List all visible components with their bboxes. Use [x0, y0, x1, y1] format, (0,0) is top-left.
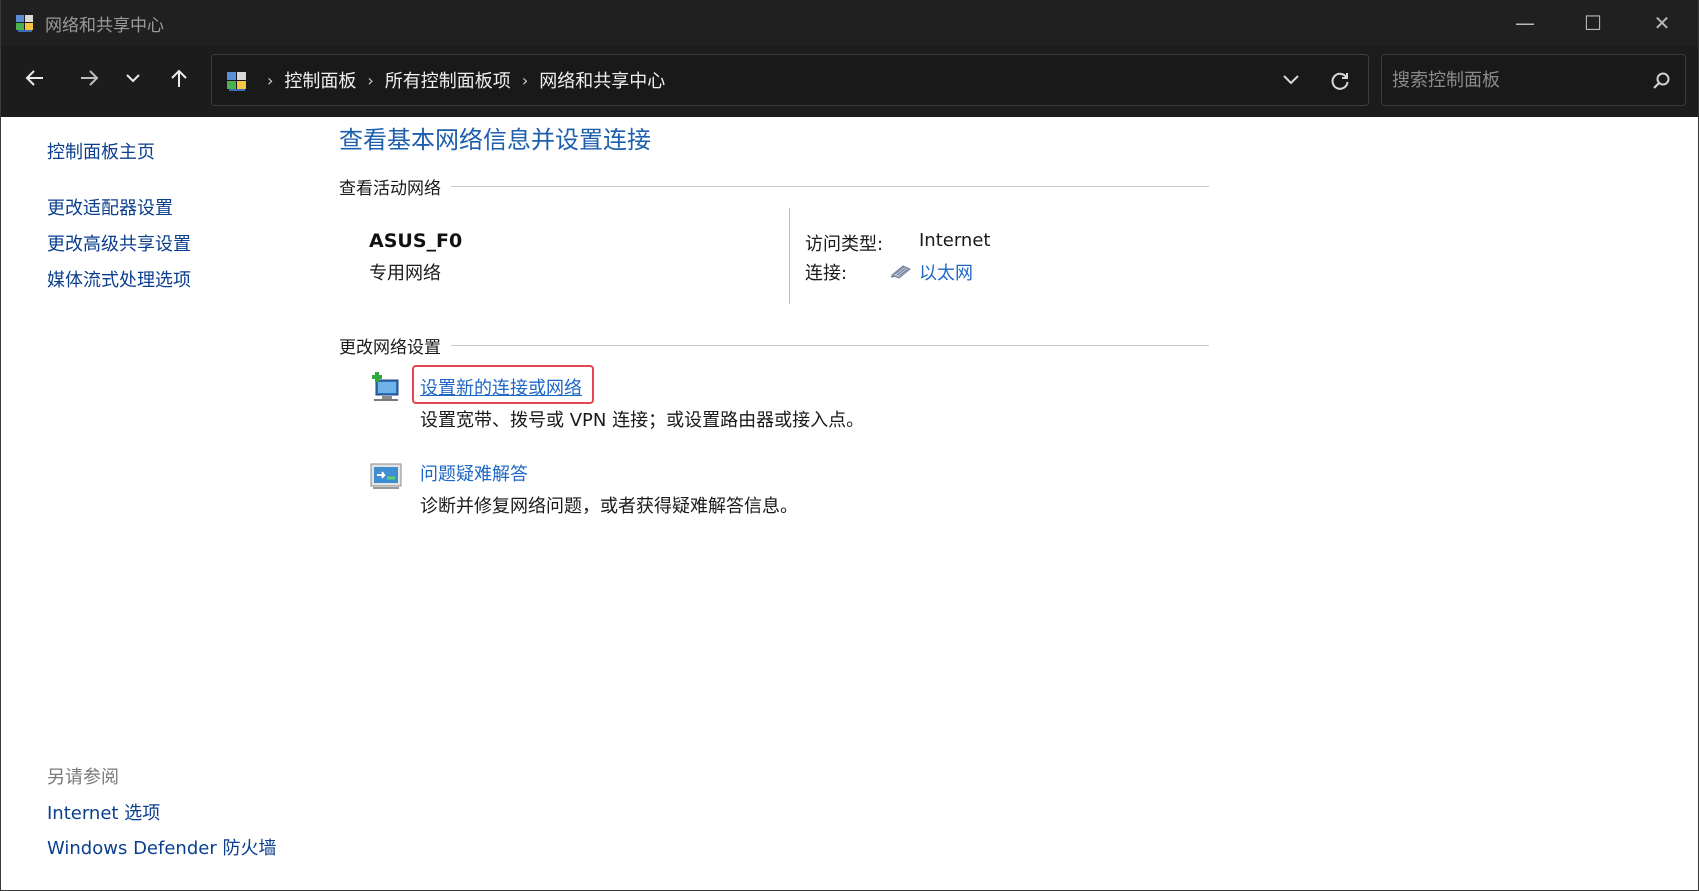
chevron-down-icon	[126, 74, 140, 83]
up-button[interactable]	[161, 60, 197, 96]
change-settings-heading: 更改网络设置	[339, 333, 1209, 358]
ethernet-icon	[890, 265, 911, 279]
recent-locations-button[interactable]	[115, 60, 151, 96]
sidebar-item-change-adapter-settings[interactable]: 更改适配器设置	[47, 194, 173, 220]
network-sharing-center-window: 网络和共享中心 — ☐ ✕ › 控制面板 › 所有控制面板项 › 网络和共享中心…	[0, 0, 1699, 891]
breadcrumb-network-center[interactable]: 网络和共享中心	[539, 67, 665, 93]
forward-arrow-icon	[81, 70, 99, 86]
troubleshoot-description: 诊断并修复网络问题，或者获得疑难解答信息。	[420, 496, 798, 517]
chevron-right-icon: ›	[521, 70, 529, 90]
window-title: 网络和共享中心	[45, 16, 164, 36]
back-button[interactable]	[17, 60, 53, 96]
divider	[789, 208, 790, 304]
maximize-icon: ☐	[1584, 11, 1602, 35]
breadcrumb: › 控制面板 › 所有控制面板项 › 网络和共享中心	[256, 55, 665, 105]
refresh-icon	[1331, 72, 1349, 90]
sidebar-item-control-panel-home[interactable]: 控制面板主页	[47, 138, 155, 164]
chevron-down-icon	[1283, 75, 1299, 85]
navigation-bar: › 控制面板 › 所有控制面板项 › 网络和共享中心	[1, 46, 1698, 117]
close-icon: ✕	[1653, 11, 1671, 35]
breadcrumb-control-panel[interactable]: 控制面板	[284, 67, 356, 93]
breadcrumb-all-items[interactable]: 所有控制面板项	[385, 67, 511, 93]
search-icon[interactable]	[1650, 70, 1672, 92]
sidebar-item-windows-defender-firewall[interactable]: Windows Defender 防火墙	[47, 834, 276, 860]
forward-button[interactable]	[71, 60, 107, 96]
divider	[451, 186, 1209, 187]
address-bar[interactable]: › 控制面板 › 所有控制面板项 › 网络和共享中心	[211, 54, 1369, 106]
chevron-right-icon: ›	[367, 70, 374, 90]
page-title: 查看基本网络信息并设置连接	[339, 126, 651, 154]
access-type-label: 访问类型:	[805, 234, 884, 255]
new-connection-icon	[372, 372, 399, 401]
up-arrow-icon	[171, 69, 187, 87]
active-networks-heading: 查看活动网络	[339, 174, 1209, 199]
troubleshoot-link[interactable]: 问题疑难解答	[420, 460, 528, 486]
search-box[interactable]	[1381, 54, 1686, 106]
control-panel-icon	[227, 72, 246, 91]
sidebar-item-internet-options[interactable]: Internet 选项	[47, 799, 160, 825]
control-panel-icon	[16, 15, 33, 32]
back-arrow-icon	[25, 70, 43, 86]
refresh-button[interactable]	[1325, 66, 1355, 96]
sidebar-item-change-advanced-sharing[interactable]: 更改高级共享设置	[47, 230, 191, 256]
minimize-icon: —	[1515, 11, 1535, 35]
network-category: 专用网络	[369, 263, 441, 284]
change-settings-label: 更改网络设置	[339, 338, 441, 358]
minimize-button[interactable]: —	[1490, 0, 1560, 46]
divider	[451, 345, 1209, 346]
title-bar: 网络和共享中心 — ☐ ✕	[1, 0, 1698, 46]
setup-new-connection-description: 设置宽带、拨号或 VPN 连接；或设置路由器或接入点。	[420, 410, 865, 431]
active-networks-label: 查看活动网络	[339, 179, 441, 199]
see-also-heading: 另请参阅	[47, 767, 119, 788]
search-input[interactable]	[1392, 65, 1642, 95]
address-history-button[interactable]	[1276, 67, 1306, 93]
connection-label: 连接:	[805, 263, 848, 284]
maximize-button[interactable]: ☐	[1558, 0, 1628, 46]
access-type-value: Internet	[919, 230, 991, 251]
close-button[interactable]: ✕	[1627, 0, 1697, 46]
setup-new-connection-link[interactable]: 设置新的连接或网络	[420, 374, 582, 400]
network-name: ASUS_F0	[369, 230, 463, 252]
sidebar-item-media-streaming[interactable]: 媒体流式处理选项	[47, 266, 191, 292]
troubleshoot-icon	[370, 463, 402, 489]
chevron-right-icon: ›	[267, 70, 274, 90]
ethernet-connection-link[interactable]: 以太网	[919, 259, 973, 285]
